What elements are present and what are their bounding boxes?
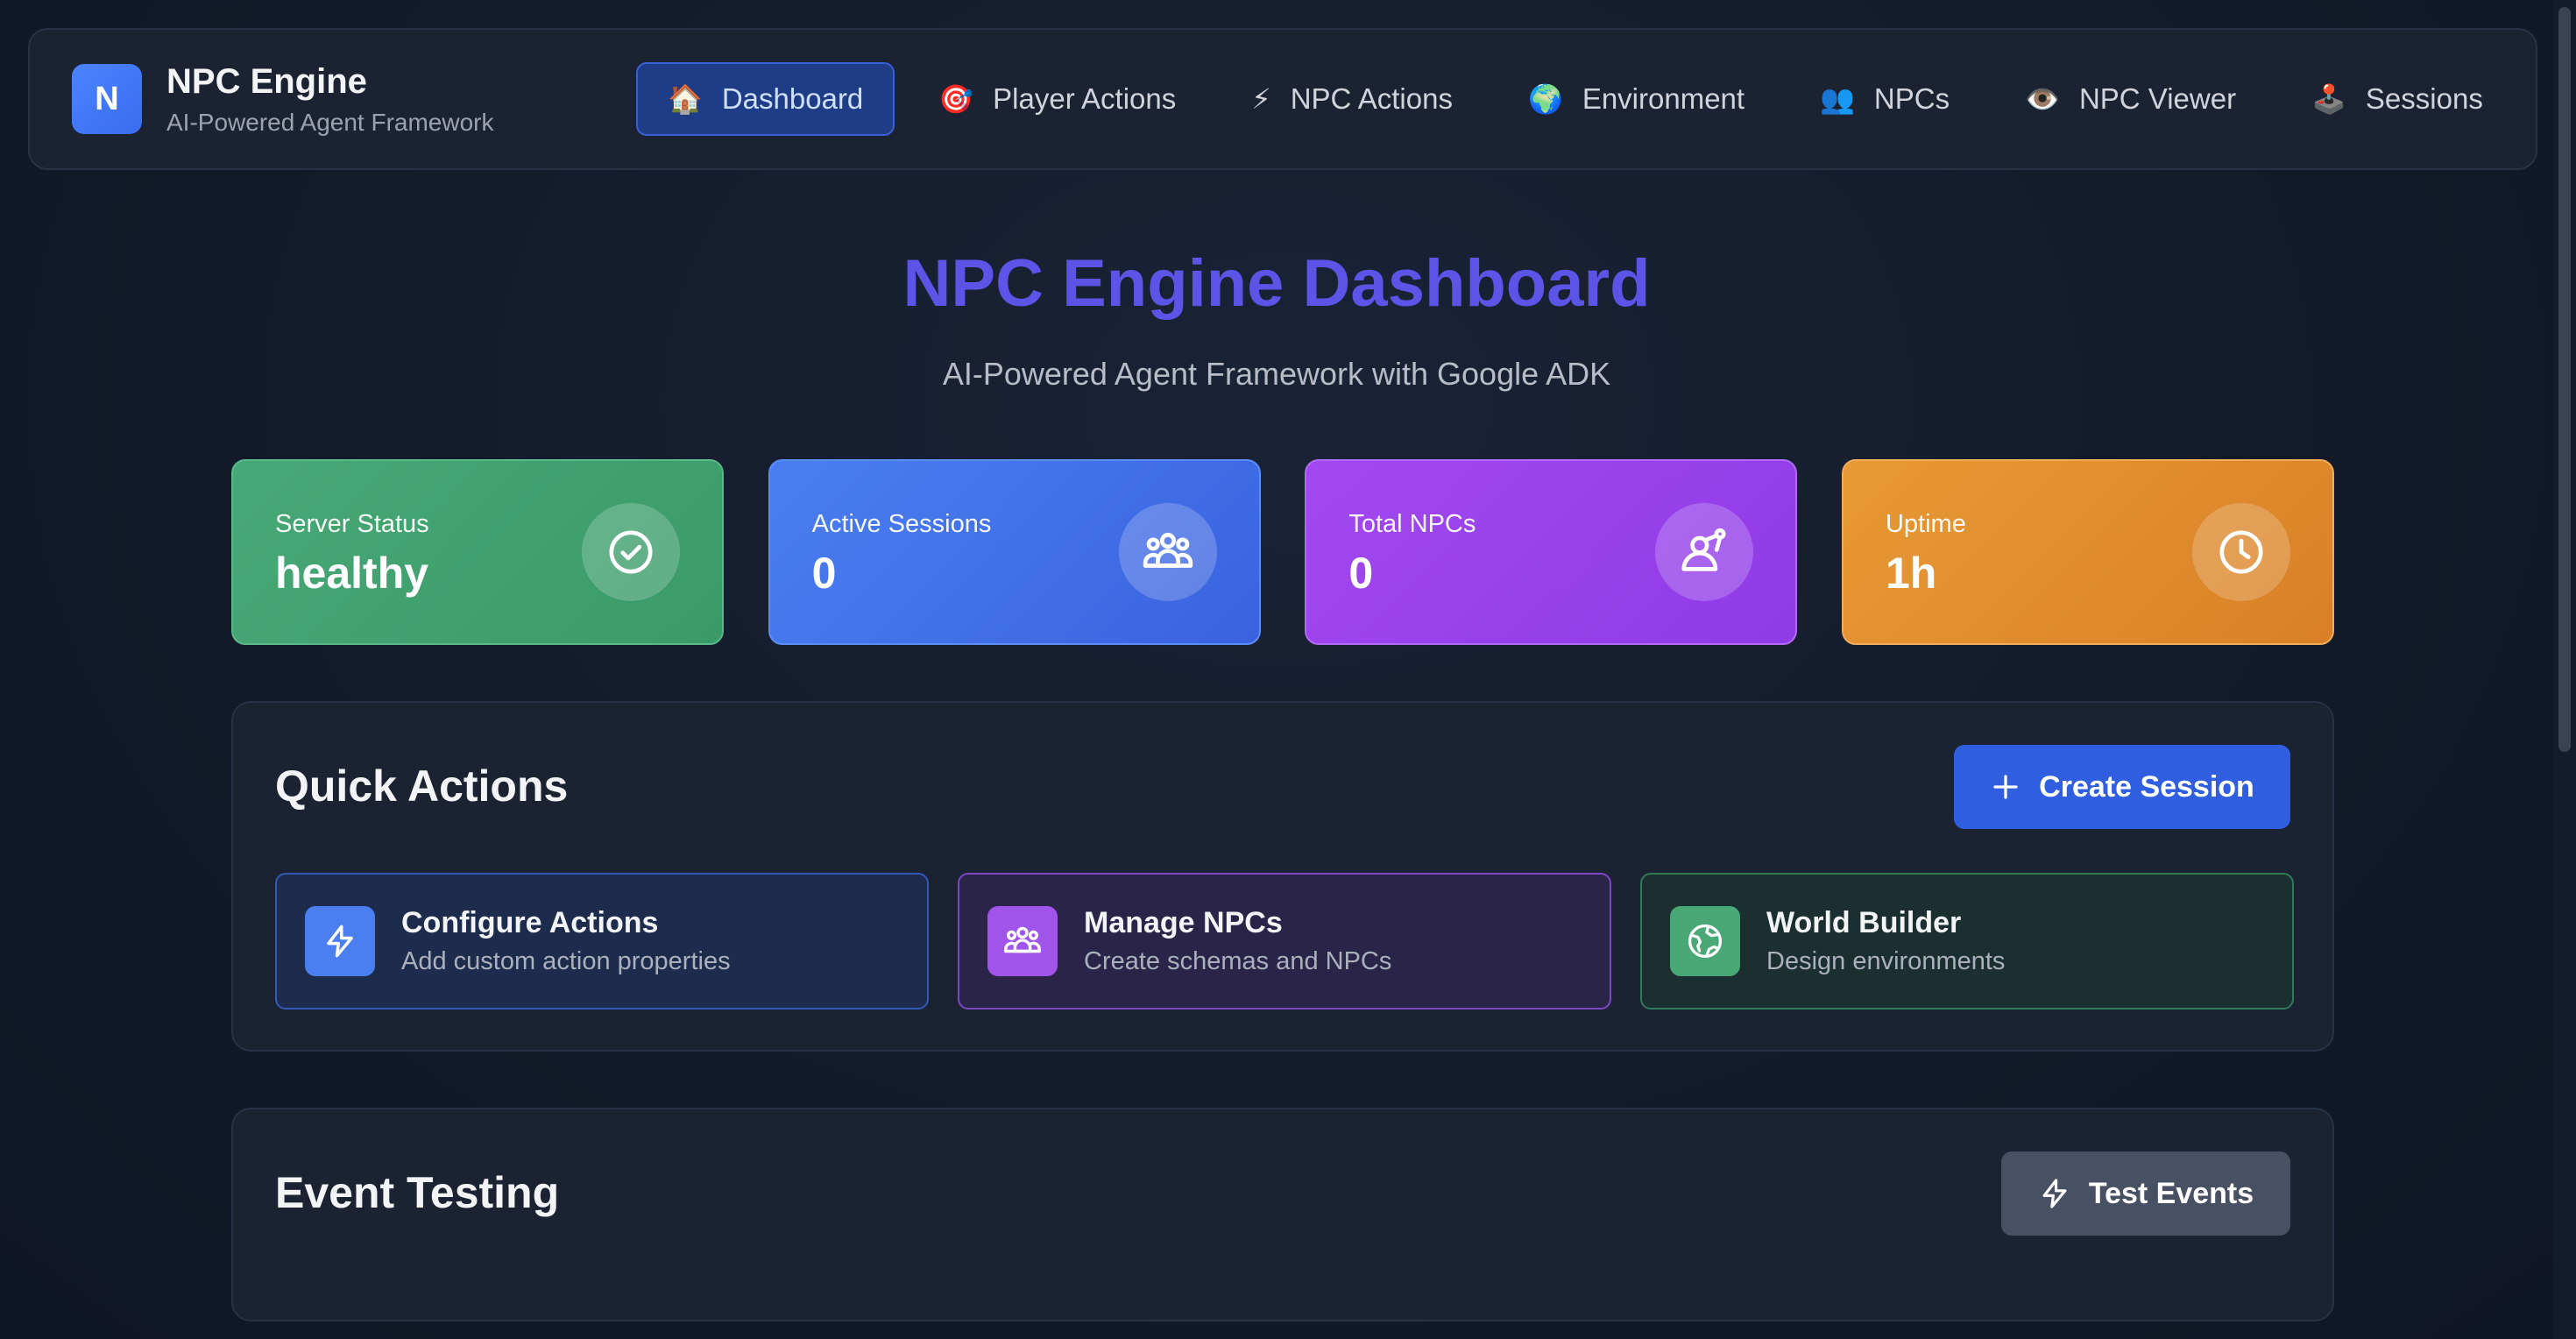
user-network-icon <box>1655 503 1754 601</box>
house-icon: 🏠 <box>668 83 703 115</box>
create-session-label: Create Session <box>2039 769 2254 804</box>
people-icon: 👥 <box>1820 83 1855 115</box>
globe-icon <box>1670 906 1740 976</box>
page-title: NPC Engine Dashboard <box>902 246 1651 321</box>
brand-subtitle: AI-Powered Agent Framework <box>166 108 494 136</box>
nav-item-player-actions[interactable]: 🎯 Player Actions <box>907 62 1207 136</box>
stats-row: Server Status healthy Active Sessions 0 … <box>231 459 2334 645</box>
quick-action-title: World Builder <box>1766 906 1962 939</box>
quick-action-desc: Design environments <box>1766 947 2006 975</box>
nav-item-npc-actions[interactable]: ⚡ NPC Actions <box>1220 62 1484 136</box>
users-group-icon <box>987 906 1058 976</box>
nav-label: Dashboard <box>721 82 864 115</box>
quick-action-text: Manage NPCs Create schemas and NPCs <box>1084 906 1391 976</box>
quick-action-world-builder[interactable]: World Builder Design environments <box>1640 873 2294 1010</box>
page-subtitle: AI-Powered Agent Framework with Google A… <box>942 356 1611 392</box>
nav-label: NPCs <box>1873 82 1950 115</box>
nav-item-sessions[interactable]: 🕹️ Sessions <box>2280 62 2515 136</box>
brand-title: NPC Engine <box>166 61 367 101</box>
users-group-icon <box>1118 503 1217 601</box>
quick-action-title: Configure Actions <box>401 906 659 939</box>
target-icon: 🎯 <box>938 83 974 115</box>
stat-card-server-status: Server Status healthy <box>231 459 724 645</box>
event-testing-title: Event Testing <box>275 1168 560 1217</box>
stat-card-uptime: Uptime 1h <box>1841 459 2334 645</box>
stat-card-active-sessions: Active Sessions 0 <box>768 459 1261 645</box>
quick-actions-list: Configure Actions Add custom action prop… <box>275 873 2294 1010</box>
globe-icon: 🌍 <box>1527 83 1563 115</box>
clock-icon <box>2191 503 2290 601</box>
brand-text: NPC Engine AI-Powered Agent Framework <box>166 62 494 137</box>
quick-action-text: Configure Actions Add custom action prop… <box>401 906 731 976</box>
check-circle-icon <box>582 503 680 601</box>
stat-card-total-npcs: Total NPCs 0 <box>1305 459 1798 645</box>
lightning-icon <box>2038 1177 2071 1210</box>
quick-actions-title: Quick Actions <box>275 762 569 811</box>
nav-item-dashboard[interactable]: 🏠 Dashboard <box>636 62 895 136</box>
nav-item-environment[interactable]: 🌍 Environment <box>1497 62 1776 136</box>
nav-label: NPC Viewer <box>2078 82 2237 115</box>
brand-logo: N <box>72 64 142 134</box>
quick-action-configure-actions[interactable]: Configure Actions Add custom action prop… <box>275 873 929 1010</box>
event-testing-panel: Event Testing Test Events <box>231 1108 2334 1321</box>
quick-action-desc: Create schemas and NPCs <box>1084 947 1392 975</box>
top-navbar: N NPC Engine AI-Powered Agent Framework … <box>28 28 2537 170</box>
test-events-label: Test Events <box>2088 1176 2254 1210</box>
page-scrollbar[interactable] <box>2553 0 2576 1339</box>
quick-action-manage-npcs[interactable]: Manage NPCs Create schemas and NPCs <box>958 873 1611 1010</box>
main-nav: 🏠 Dashboard 🎯 Player Actions ⚡ NPC Actio… <box>636 62 2527 136</box>
plus-icon <box>1990 771 2021 803</box>
nav-label: Player Actions <box>993 82 1177 115</box>
brand[interactable]: N NPC Engine AI-Powered Agent Framework <box>72 62 633 137</box>
quick-actions-panel: Quick Actions Create Session Configure A… <box>231 701 2334 1052</box>
lightning-icon: ⚡ <box>1251 83 1271 115</box>
quick-action-title: Manage NPCs <box>1084 906 1283 939</box>
scrollbar-thumb[interactable] <box>2558 7 2571 752</box>
nav-item-npcs[interactable]: 👥 NPCs <box>1788 62 1981 136</box>
quick-action-desc: Add custom action properties <box>401 947 731 975</box>
nav-item-npc-viewer[interactable]: 👁️ NPC Viewer <box>1993 62 2268 136</box>
create-session-button[interactable]: Create Session <box>1954 745 2290 829</box>
eye-icon: 👁️ <box>2025 83 2060 115</box>
test-events-button[interactable]: Test Events <box>2001 1151 2290 1236</box>
quick-action-text: World Builder Design environments <box>1766 906 2005 976</box>
nav-label: Environment <box>1582 82 1745 115</box>
nav-label: Sessions <box>2365 82 2483 115</box>
lightning-icon <box>305 906 375 976</box>
nav-label: NPC Actions <box>1290 82 1453 115</box>
joystick-icon: 🕹️ <box>2311 83 2346 115</box>
